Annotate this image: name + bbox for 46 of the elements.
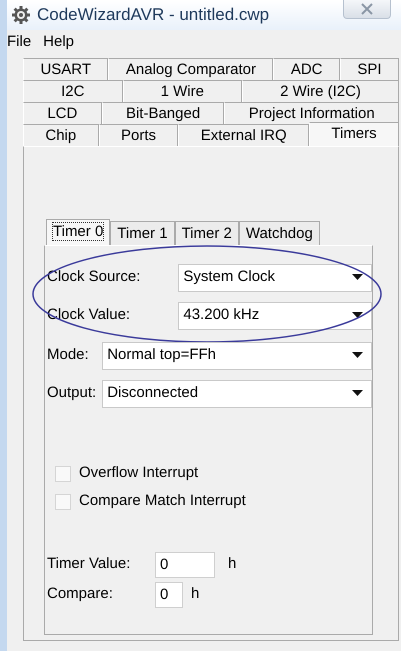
tab[interactable]: Analog Comparator [108,58,274,80]
dropdown[interactable]: Disconnected [102,380,372,408]
checkbox[interactable] [55,494,71,510]
tab[interactable]: ADC [273,58,340,80]
dropdown[interactable]: System Clock [178,264,372,292]
tab[interactable]: Watchdog [238,220,320,244]
tab[interactable]: Timers [309,122,400,146]
tab[interactable]: Timer 0 [46,218,110,244]
input-field[interactable]: 0 [155,582,183,608]
tab[interactable]: Bit-Banged [102,102,224,124]
checkbox[interactable] [55,466,71,482]
close-button[interactable] [343,0,391,19]
window-title: CodeWizardAVR - untitled.cwp [37,4,270,26]
tab[interactable]: 1 Wire [122,80,242,102]
close-icon[interactable] [360,3,374,15]
tab[interactable]: Project Information [224,102,399,124]
tab[interactable]: Ports [98,124,178,146]
tab[interactable]: Chip [23,124,99,146]
unit-label: h [228,554,236,574]
unit-label: h [191,584,200,604]
checkbox-label: Overflow Interrupt [79,463,198,484]
field-label: Clock Value: [47,305,132,326]
dropdown[interactable]: 43.200 kHz [178,302,372,330]
field-label: Output: [47,383,96,404]
dropdown-arrow-icon[interactable] [352,274,363,281]
field-label: Mode: [47,345,90,366]
menu-item[interactable]: Help [43,31,74,54]
dropdown[interactable]: Normal top=FFh [102,342,372,370]
checkbox-label: Compare Match Interrupt [79,491,246,512]
field-label: Compare: [47,584,114,604]
input-field[interactable]: 0 [155,552,215,578]
dropdown-arrow-icon[interactable] [352,390,363,397]
tab[interactable]: External IRQ [178,124,309,146]
tab[interactable]: 2 Wire (I2C) [242,80,399,102]
tab[interactable]: I2C [23,80,122,102]
dropdown-arrow-icon[interactable] [352,312,363,319]
tab[interactable]: USART [23,58,108,80]
field-label: Timer Value: [47,554,132,574]
menu-item[interactable]: File [7,31,32,54]
dropdown-arrow-icon[interactable] [352,352,363,359]
tab[interactable]: Timer 1 [110,220,175,244]
tab[interactable]: LCD [23,102,102,124]
field-label: Clock Source: [47,267,140,288]
tab[interactable]: Timer 2 [174,220,239,244]
tab[interactable]: SPI [340,58,400,80]
gear-icon [11,5,31,25]
